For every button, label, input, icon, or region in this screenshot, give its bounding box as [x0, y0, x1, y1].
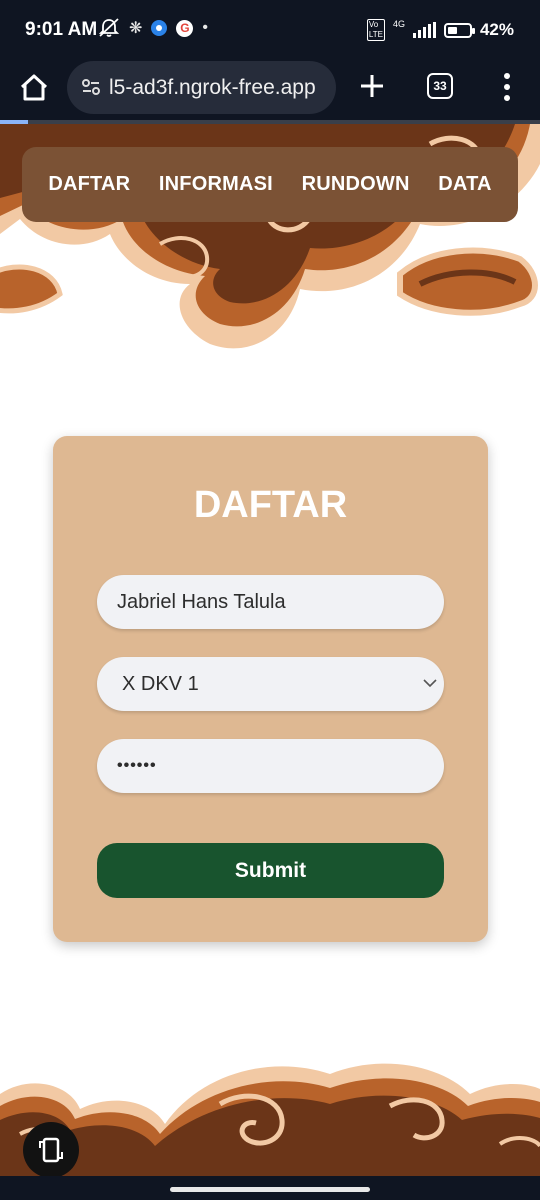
- submit-button[interactable]: Submit: [97, 843, 444, 898]
- floating-action-button[interactable]: [23, 1122, 79, 1176]
- battery-level: 42%: [479, 20, 514, 39]
- more-menu-icon[interactable]: [497, 70, 517, 104]
- bell-off-icon: [98, 18, 120, 37]
- password-input[interactable]: ••••••: [97, 739, 444, 793]
- nav-daftar[interactable]: DAFTAR: [48, 173, 130, 196]
- fan-icon: ❋: [129, 20, 143, 37]
- google-icon: G: [176, 19, 194, 37]
- volte-icon: Vo LTE: [366, 19, 385, 41]
- nav-rundown[interactable]: RUNDOWN: [302, 173, 410, 196]
- home-indicator[interactable]: [170, 1187, 370, 1192]
- name-input[interactable]: [97, 575, 444, 629]
- browser-toolbar: l5-ad3f.ngrok-free.app 33: [0, 58, 540, 120]
- main-nav: DAFTAR INFORMASI RUNDOWN DATA: [22, 147, 518, 222]
- site-settings-icon[interactable]: [79, 75, 103, 99]
- network-label: 4G: [392, 19, 405, 29]
- chevron-down-icon: [423, 679, 437, 688]
- status-time: 9:01 AM: [25, 19, 98, 40]
- class-select-value: X DKV 1: [122, 672, 199, 695]
- status-icons: ❋ G •: [98, 18, 208, 38]
- web-page: DAFTAR INFORMASI RUNDOWN DATA DAFTAR X D…: [0, 124, 540, 1176]
- status-right: Vo LTE 4G 42%: [366, 19, 514, 41]
- class-select[interactable]: X DKV 1: [97, 657, 444, 711]
- battery-icon: [443, 22, 475, 38]
- batik-bottom-decoration: [0, 1063, 540, 1176]
- address-bar[interactable]: l5-ad3f.ngrok-free.app: [67, 61, 336, 114]
- status-bar: 9:01 AM ❋ G • Vo LTE 4G 42%: [0, 0, 540, 58]
- rotate-screen-icon: [39, 1137, 63, 1163]
- new-tab-icon[interactable]: [356, 70, 388, 102]
- system-nav-bar: [0, 1176, 540, 1200]
- nav-informasi[interactable]: INFORMASI: [159, 173, 273, 196]
- form-title: DAFTAR: [193, 484, 348, 526]
- registration-card: DAFTAR X DKV 1 •••••• Submit: [53, 436, 488, 942]
- signal-icon: [412, 22, 436, 38]
- tab-switcher-button[interactable]: 33: [427, 73, 453, 99]
- password-value: ••••••: [117, 757, 157, 774]
- dot-icon: •: [202, 19, 209, 36]
- nav-data[interactable]: DATA: [438, 173, 491, 196]
- home-icon[interactable]: [14, 68, 54, 108]
- app-dot-icon: [151, 20, 168, 36]
- url-text[interactable]: l5-ad3f.ngrok-free.app: [109, 76, 316, 100]
